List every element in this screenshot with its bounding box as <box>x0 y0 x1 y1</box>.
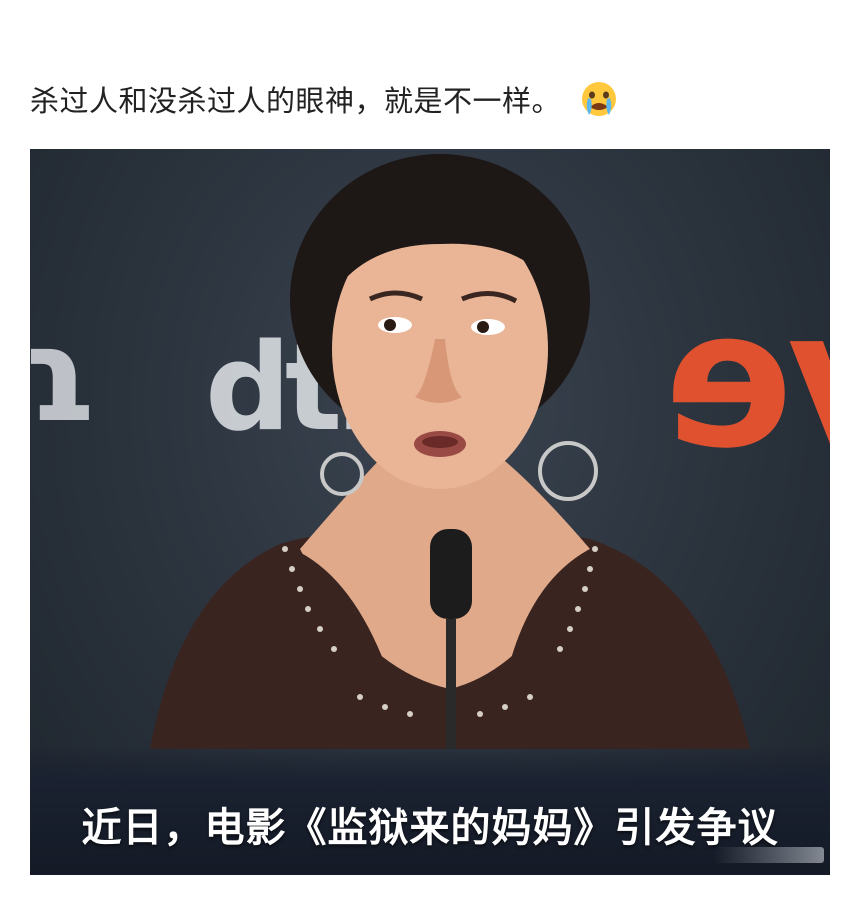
watermark <box>714 847 824 863</box>
video-subtitle: 近日，电影《监狱来的妈妈》引发争议 <box>81 805 779 851</box>
top-spacer <box>0 0 859 10</box>
speaker-figure <box>150 154 750 749</box>
video-player[interactable]: ɿ dtb ve <box>30 149 830 875</box>
post-caption: 杀过人和没杀过人的眼神，就是不一样。 <box>30 78 619 120</box>
post-caption-text: 杀过人和没杀过人的眼神，就是不一样。 <box>30 84 562 118</box>
crying-face-icon <box>579 79 619 119</box>
